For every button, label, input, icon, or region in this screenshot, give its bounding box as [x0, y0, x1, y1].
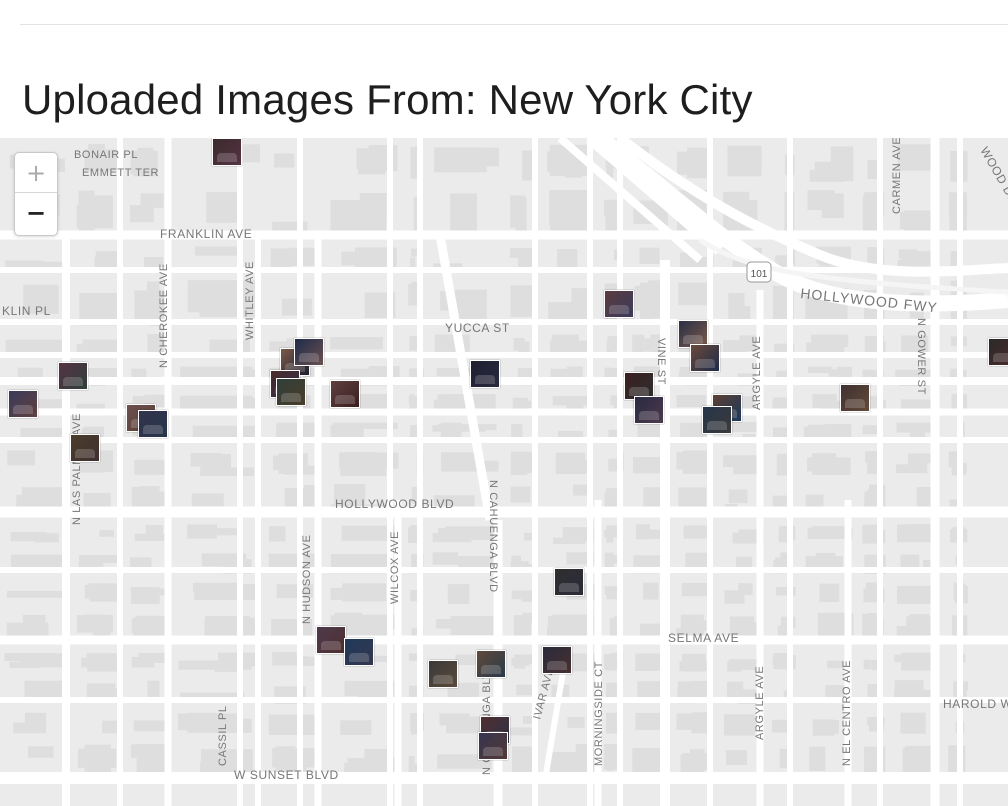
label-argyle-north: ARGYLE AVE [751, 336, 763, 410]
label-morningside: MORNINGSIDE CT [593, 661, 605, 766]
photo-marker[interactable] [8, 390, 38, 418]
label-hollywood-blvd: HOLLYWOOD BLVD [335, 497, 454, 511]
label-cahuenga: N CAHUENGA BLVD [487, 480, 499, 593]
photo-marker[interactable] [344, 638, 374, 666]
label-wilcox: WILCOX AVE [389, 531, 401, 604]
photo-marker[interactable] [542, 646, 572, 674]
label-whitley: WHITLEY AVE [244, 261, 256, 340]
label-cassil: CASSIL PL [217, 705, 229, 766]
photo-marker[interactable] [212, 138, 242, 166]
label-sunset: W SUNSET BLVD [234, 768, 339, 782]
photo-marker[interactable] [604, 290, 634, 318]
label-gower: N GOWER ST [915, 318, 927, 395]
top-divider [20, 24, 1008, 25]
photo-marker[interactable] [478, 732, 508, 760]
photo-marker[interactable] [476, 650, 506, 678]
zoom-out-button[interactable]: − [15, 193, 57, 233]
shield-text: 101 [751, 269, 768, 280]
label-yucca: YUCCA ST [445, 321, 510, 335]
photo-marker[interactable] [702, 406, 732, 434]
page-title: Uploaded Images From: New York City [22, 76, 753, 123]
label-carmen: CARMEN AVE [891, 138, 903, 214]
label-selma: SELMA AVE [668, 631, 739, 645]
photo-marker[interactable] [58, 362, 88, 390]
label-emmett: EMMETT TER [82, 167, 159, 179]
map-tiles: 101 BONAIR PL EMMETT TER FRANKLIN AVE KL… [0, 138, 1008, 806]
freeway-shield: 101 [746, 261, 772, 283]
label-laspalmas: N LAS PALMAS AVE [71, 413, 83, 525]
photo-marker[interactable] [294, 338, 324, 366]
label-carlin: KLIN PL [2, 304, 51, 318]
label-elcentro: N EL CENTRO AVE [841, 660, 853, 766]
label-vine: VINE ST [655, 338, 667, 385]
label-bonair: BONAIR PL [74, 149, 138, 161]
photo-marker[interactable] [70, 434, 100, 462]
photo-marker[interactable] [428, 660, 458, 688]
label-harold: HAROLD WAY [943, 697, 1008, 711]
photo-marker[interactable] [330, 380, 360, 408]
label-hudson: N HUDSON AVE [301, 534, 313, 624]
photo-marker[interactable] [840, 384, 870, 412]
label-franklin: FRANKLIN AVE [160, 227, 252, 241]
photo-marker[interactable] [988, 338, 1008, 366]
zoom-in-button[interactable]: + [15, 153, 57, 193]
photo-marker[interactable] [316, 626, 346, 654]
zoom-control: + − [14, 152, 58, 236]
photo-marker[interactable] [554, 568, 584, 596]
label-argyle-south: ARGYLE AVE [754, 666, 766, 740]
photo-marker[interactable] [138, 410, 168, 438]
label-cherokee: N CHEROKEE AVE [158, 263, 170, 368]
map[interactable]: 101 BONAIR PL EMMETT TER FRANKLIN AVE KL… [0, 138, 1008, 806]
photo-marker[interactable] [690, 344, 720, 372]
photo-marker[interactable] [276, 378, 306, 406]
photo-marker[interactable] [634, 396, 664, 424]
photo-marker[interactable] [470, 360, 500, 388]
